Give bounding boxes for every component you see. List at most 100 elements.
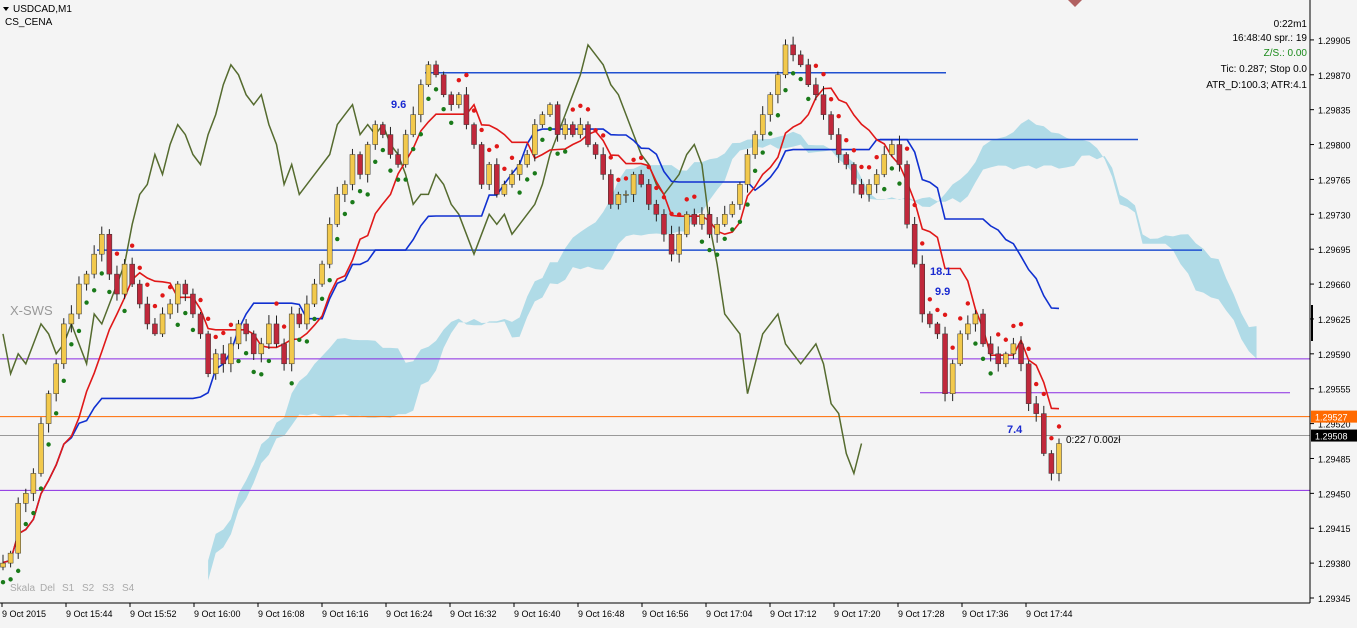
psar-dot-up	[988, 371, 993, 376]
candle	[1041, 405, 1047, 457]
bear-candle-body	[638, 174, 644, 185]
bull-candle-body	[949, 363, 956, 394]
bull-candle-body	[767, 94, 774, 115]
bull-candle-body	[957, 333, 963, 365]
price-label-text: 1.29508	[1315, 432, 1348, 442]
y-tick-label: 1.29555	[1318, 385, 1351, 395]
bull-candle-body	[410, 114, 416, 135]
psar-dot-up	[243, 351, 249, 356]
bull-candle-body	[965, 323, 971, 335]
bear-candle-body	[820, 94, 827, 115]
psar-dot-down	[996, 332, 1001, 337]
candle	[440, 71, 447, 98]
candle	[911, 216, 918, 268]
psar-dot-up	[23, 521, 28, 527]
bear-candle-body	[706, 214, 713, 235]
psar-dot-up	[266, 358, 272, 364]
psar-dot-up	[183, 310, 188, 316]
psar-dot-down	[1056, 424, 1062, 429]
bull-candle-body	[524, 154, 530, 165]
psar-dot-down	[213, 334, 218, 340]
psar-dot-down	[638, 155, 644, 161]
psar-dot-up	[15, 568, 21, 574]
x-tick-label: 9 Oct 16:00	[194, 609, 241, 619]
x-tick-label: 9 Oct 16:48	[578, 609, 625, 619]
x-tick-label: 9 Oct 16:56	[642, 609, 689, 619]
candle	[957, 330, 963, 366]
x-tick-label: 9 Oct 15:44	[66, 609, 113, 619]
psar-dot-up	[722, 236, 727, 241]
bull-candle-body	[121, 263, 128, 295]
bear-candle-body	[851, 164, 857, 185]
x-tick-label: 9 Oct 17:28	[898, 609, 945, 619]
bear-candle-body	[646, 184, 652, 205]
psar-dot-down	[654, 185, 659, 191]
psar-dot-up	[373, 159, 378, 165]
bear-candle-body	[858, 184, 865, 195]
bear-candle-body	[197, 313, 204, 335]
psar-dot-up	[357, 189, 363, 194]
bull-candle-body	[752, 134, 758, 155]
price-chart[interactable]: 9.6 18.1 9.9 7.4 0:22 / 0.00zł X-SWS USD…	[0, 0, 1357, 623]
candle	[782, 39, 789, 79]
bull-candle-body	[425, 64, 432, 85]
bear-candle-body	[478, 144, 485, 185]
psar-dot-down	[935, 307, 940, 313]
x-tick-label: 9 Oct 17:20	[834, 609, 881, 619]
psar-dot-down	[274, 301, 279, 306]
psar-dot-down	[866, 165, 872, 170]
psar-dot-up	[418, 132, 424, 137]
candle	[38, 417, 44, 477]
bull-candle-body	[402, 134, 409, 165]
psar-dot-up	[403, 177, 408, 182]
bear-candle-body	[608, 174, 614, 205]
bear-candle-body	[152, 323, 158, 335]
bull-candle-body	[311, 283, 318, 305]
bull-candle-body	[349, 154, 356, 185]
psar-dot-up	[91, 288, 97, 293]
button-del[interactable]: Del	[40, 583, 55, 594]
psar-dot-down	[958, 316, 963, 321]
psar-dot-up	[8, 577, 13, 582]
psar-dot-down	[221, 330, 226, 336]
button-s1[interactable]: S1	[62, 583, 75, 594]
psar-dot-up	[297, 337, 302, 343]
watermark: X-SWS	[10, 303, 53, 318]
psar-dot-down	[167, 284, 173, 290]
psar-dot-up	[707, 247, 712, 253]
psar-dot-up	[882, 186, 887, 192]
x-tick-label: 9 Oct 16:16	[322, 609, 369, 619]
psar-dot-up	[289, 381, 294, 386]
psar-dot-down	[859, 164, 864, 170]
psar-dot-down	[608, 155, 613, 160]
psar-dot-up	[973, 341, 978, 346]
y-tick-label: 1.29870	[1318, 71, 1351, 81]
bull-candle-body	[532, 124, 538, 155]
psar-dot-down	[821, 71, 826, 77]
button-s2[interactable]: S2	[82, 583, 95, 594]
chart-window: 9.6 18.1 9.9 7.4 0:22 / 0.00zł X-SWS USD…	[0, 0, 1357, 623]
psar-dot-down	[1034, 381, 1039, 387]
bull-candle-body	[737, 184, 743, 205]
psar-dot-down	[623, 176, 629, 181]
bear-candle-body	[585, 124, 591, 145]
button-s3[interactable]: S3	[102, 583, 115, 594]
candle	[136, 279, 143, 309]
x-tick-label: 9 Oct 16:32	[450, 609, 497, 619]
y-tick-label: 1.29660	[1318, 280, 1351, 290]
y-tick-label: 1.29625	[1318, 315, 1351, 325]
candle	[15, 497, 21, 559]
bull-candle-body	[167, 303, 173, 315]
button-s4[interactable]: S4	[122, 583, 135, 594]
psar-dot-up	[190, 327, 196, 333]
bear-candle-body	[592, 144, 599, 155]
button-skala[interactable]: Skala	[10, 583, 35, 594]
psar-dot-down	[1041, 391, 1047, 397]
bear-candle-body	[129, 263, 135, 285]
candle	[919, 255, 926, 323]
bear-candle-body	[114, 273, 120, 295]
psar-dot-up	[783, 87, 788, 93]
psar-dot-down	[1018, 322, 1024, 327]
bull-candle-body	[319, 263, 325, 285]
psar-dot-down	[471, 108, 477, 113]
